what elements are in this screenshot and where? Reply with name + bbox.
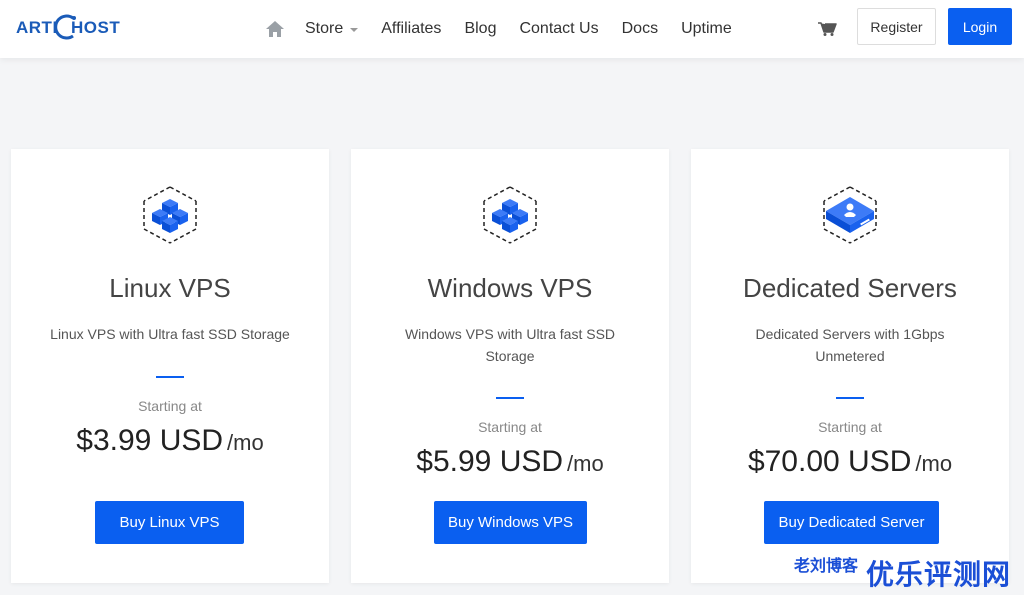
- starting-at-label: Starting at: [138, 398, 202, 414]
- plan-price: $70.00 USD/mo: [691, 445, 1009, 479]
- buy-linux-vps-button[interactable]: Buy Linux VPS: [95, 501, 244, 544]
- buy-dedicated-server-button[interactable]: Buy Dedicated Server: [764, 501, 939, 544]
- nav-uptime[interactable]: Uptime: [681, 20, 732, 38]
- logo[interactable]: ARTI HOST: [16, 10, 120, 44]
- nav-blog[interactable]: Blog: [464, 20, 496, 38]
- plan-card-windows-vps: Windows VPS Windows VPS with Ultra fast …: [351, 149, 669, 583]
- plan-price: $5.99 USD/mo: [351, 445, 669, 479]
- nav-store[interactable]: Store: [305, 20, 359, 38]
- plan-description: Linux VPS with Ultra fast SSD Storage: [50, 326, 290, 342]
- plan-title: Linux VPS: [109, 273, 231, 303]
- chevron-down-icon: [350, 28, 359, 32]
- cubes-icon: [143, 186, 197, 244]
- plan-title: Dedicated Servers: [743, 273, 957, 303]
- price-amount: $5.99 USD: [416, 445, 564, 478]
- price-amount: $70.00 USD: [747, 445, 912, 478]
- plan-card-dedicated-servers: Dedicated Servers Dedicated Servers with…: [691, 149, 1009, 583]
- divider: [496, 397, 524, 399]
- price-amount: $3.99 USD: [76, 424, 224, 457]
- cubes-icon: [483, 186, 537, 244]
- nav-affiliates[interactable]: Affiliates: [381, 20, 441, 38]
- navbar: ARTI HOST Store Affiliates Blog Contact …: [0, 0, 1024, 58]
- cart-icon[interactable]: [817, 17, 837, 37]
- plan-title: Windows VPS: [427, 273, 593, 303]
- starting-at-label: Starting at: [478, 419, 542, 435]
- plan-description: Windows VPS with Ultra fast SSD Storage: [404, 326, 616, 364]
- price-period: /mo: [227, 430, 264, 455]
- home-icon[interactable]: [265, 19, 285, 39]
- watermark: 老刘博客 优乐评测网: [794, 549, 1014, 590]
- nav-docs[interactable]: Docs: [622, 20, 658, 38]
- logo-text-right: HOST: [71, 18, 121, 37]
- buy-windows-vps-button[interactable]: Buy Windows VPS: [434, 501, 587, 544]
- plan-price: $3.99 USD/mo: [11, 424, 329, 458]
- starting-at-label: Starting at: [818, 419, 882, 435]
- divider: [156, 376, 184, 378]
- divider: [836, 397, 864, 399]
- price-period: /mo: [567, 451, 604, 476]
- server-icon: [823, 186, 877, 244]
- watermark-big-text: 优乐评测网: [866, 559, 1012, 590]
- price-period: /mo: [915, 451, 953, 476]
- login-button[interactable]: Login: [948, 8, 1012, 45]
- register-button[interactable]: Register: [857, 8, 936, 45]
- nav-store-label: Store: [305, 20, 344, 37]
- plan-description: Dedicated Servers with 1Gbps Unmetered: [755, 326, 945, 364]
- logo-text-left: ARTI: [16, 18, 58, 37]
- main-nav: Store Affiliates Blog Contact Us Docs Up…: [265, 0, 755, 58]
- plan-card-linux-vps: Linux VPS Linux VPS with Ultra fast SSD …: [11, 149, 329, 583]
- nav-contact-us[interactable]: Contact Us: [519, 20, 598, 38]
- watermark-small-text: 老刘博客: [794, 558, 859, 575]
